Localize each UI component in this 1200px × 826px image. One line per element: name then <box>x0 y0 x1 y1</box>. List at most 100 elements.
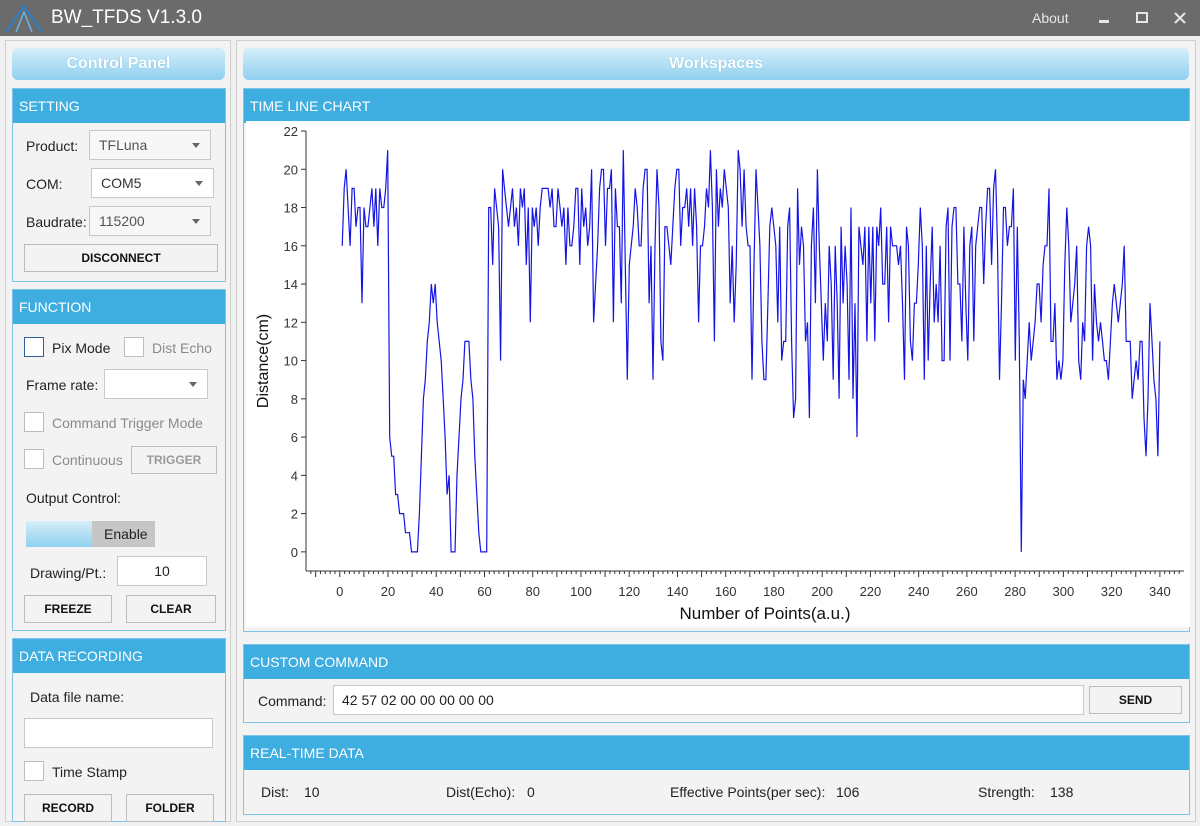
enable-label: Enable <box>104 526 148 542</box>
minimize-icon[interactable] <box>1092 6 1116 30</box>
continuous-checkbox[interactable] <box>24 449 44 469</box>
product-label: Product: <box>26 138 79 154</box>
time-line-chart-header: TIME LINE CHART <box>244 89 1189 123</box>
x-tick-label: 0 <box>336 584 343 599</box>
chevron-down-icon <box>192 143 200 148</box>
x-tick-label: 140 <box>667 584 689 599</box>
realtime-data-section: REAL-TIME DATA <box>243 735 1190 815</box>
dist-value: 10 <box>304 784 320 800</box>
x-tick-label: 40 <box>429 584 443 599</box>
close-icon[interactable] <box>1168 6 1192 30</box>
drawing-label: Drawing/Pt.: <box>30 565 107 581</box>
x-tick-label: 300 <box>1053 584 1075 599</box>
x-tick-label: 80 <box>526 584 540 599</box>
distance-time-line-chart: 0 2 4 6 8 10 12 14 16 18 20 220 20 40 60 80 100 120 140 160… <box>255 124 1184 623</box>
time-stamp-label: Time Stamp <box>52 764 127 780</box>
y-tick-label: 4 <box>291 468 298 483</box>
y-axis-label: Distance(cm) <box>255 314 272 408</box>
send-button[interactable]: SEND <box>1089 686 1182 714</box>
y-tick-label: 14 <box>284 277 298 292</box>
x-tick-label: 340 <box>1149 584 1171 599</box>
chevron-down-icon <box>189 382 197 387</box>
time-stamp-checkbox[interactable] <box>24 761 44 781</box>
command-label: Command: <box>258 693 327 709</box>
distance-series-line <box>341 150 1161 553</box>
x-tick-label: 280 <box>1004 584 1026 599</box>
y-tick-label: 12 <box>284 315 298 330</box>
baudrate-select[interactable]: 115200 <box>89 206 211 236</box>
y-tick-label: 10 <box>284 354 298 369</box>
strength-value: 138 <box>1050 784 1074 800</box>
product-select[interactable]: TFLuna <box>89 130 211 160</box>
output-control-label: Output Control: <box>26 490 121 506</box>
x-tick-label: 220 <box>860 584 882 599</box>
x-tick-label: 180 <box>763 584 785 599</box>
setting-header: SETTING <box>13 89 225 123</box>
com-value: COM5 <box>101 175 142 191</box>
x-tick-label: 160 <box>715 584 737 599</box>
data-recording-header: DATA RECORDING <box>13 639 225 673</box>
control-panel-title: Control Panel <box>12 48 225 80</box>
command-trigger-checkbox[interactable] <box>24 412 44 432</box>
dist-echo-checkbox[interactable] <box>124 337 144 357</box>
pix-mode-label: Pix Mode <box>52 340 111 356</box>
baudrate-label: Baudrate: <box>26 214 87 230</box>
x-tick-label: 320 <box>1101 584 1123 599</box>
app-title: BW_TFDS V1.3.0 <box>51 7 202 28</box>
strength-label: Strength: <box>978 784 1035 800</box>
function-header: FUNCTION <box>13 290 225 324</box>
effective-points-value: 106 <box>836 784 860 800</box>
disconnect-button[interactable]: DISCONNECT <box>24 244 218 272</box>
x-tick-label: 240 <box>908 584 930 599</box>
freeze-button[interactable]: FREEZE <box>24 595 112 623</box>
y-tick-label: 20 <box>284 162 298 177</box>
output-enable-toggle[interactable]: Enable <box>26 521 155 547</box>
x-axis-label: Number of Points(a.u.) <box>679 604 850 623</box>
maximize-icon[interactable] <box>1130 6 1154 30</box>
y-tick-label: 6 <box>291 430 298 445</box>
command-trigger-label: Command Trigger Mode <box>52 415 203 431</box>
x-tick-label: 120 <box>618 584 640 599</box>
chevron-down-icon <box>192 219 200 224</box>
dist-echo-value: 0 <box>527 784 535 800</box>
dist-echo-readout-label: Dist(Echo): <box>446 784 516 800</box>
command-input[interactable]: 42 57 02 00 00 00 00 00 <box>333 685 1084 715</box>
file-name-label: Data file name: <box>30 689 125 705</box>
frame-rate-select[interactable] <box>104 369 208 399</box>
y-tick-label: 18 <box>284 201 298 216</box>
dist-label: Dist: <box>261 784 289 800</box>
about-link[interactable]: About <box>1032 10 1069 26</box>
dist-echo-label: Dist Echo <box>152 340 212 356</box>
x-tick-label: 260 <box>956 584 978 599</box>
file-name-input[interactable] <box>24 718 213 748</box>
realtime-data-header: REAL-TIME DATA <box>244 736 1189 770</box>
clear-button[interactable]: CLEAR <box>126 595 216 623</box>
toggle-thumb <box>26 521 92 547</box>
pix-mode-checkbox[interactable] <box>24 337 44 357</box>
record-button[interactable]: RECORD <box>24 794 112 822</box>
baudrate-value: 115200 <box>99 213 145 229</box>
y-tick-label: 2 <box>291 507 298 522</box>
custom-command-header: CUSTOM COMMAND <box>244 645 1189 679</box>
x-tick-label: 60 <box>477 584 491 599</box>
title-bar: BW_TFDS V1.3.0 About <box>0 0 1200 36</box>
continuous-label: Continuous <box>52 452 123 468</box>
app-logo-icon <box>5 4 43 33</box>
x-tick-label: 20 <box>381 584 395 599</box>
y-tick-label: 16 <box>284 239 298 254</box>
product-value: TFLuna <box>99 137 148 153</box>
y-tick-label: 8 <box>291 392 298 407</box>
workspaces-title: Workspaces <box>243 48 1189 80</box>
trigger-button[interactable]: TRIGGER <box>131 446 217 474</box>
chart-area: 0 2 4 6 8 10 12 14 16 18 20 22 0 20 40 60 80 100 120 140 160… <box>246 121 1190 627</box>
folder-button[interactable]: FOLDER <box>126 794 214 822</box>
chevron-down-icon <box>195 181 203 186</box>
effective-points-label: Effective Points(per sec): <box>670 784 826 800</box>
x-tick-label: 200 <box>811 584 833 599</box>
x-tick-label: 100 <box>570 584 592 599</box>
y-tick-label: 0 <box>291 545 298 560</box>
drawing-input[interactable]: 10 <box>117 556 207 586</box>
com-select[interactable]: COM5 <box>91 168 214 198</box>
com-label: COM: <box>26 176 63 192</box>
frame-rate-label: Frame rate: <box>26 377 99 393</box>
